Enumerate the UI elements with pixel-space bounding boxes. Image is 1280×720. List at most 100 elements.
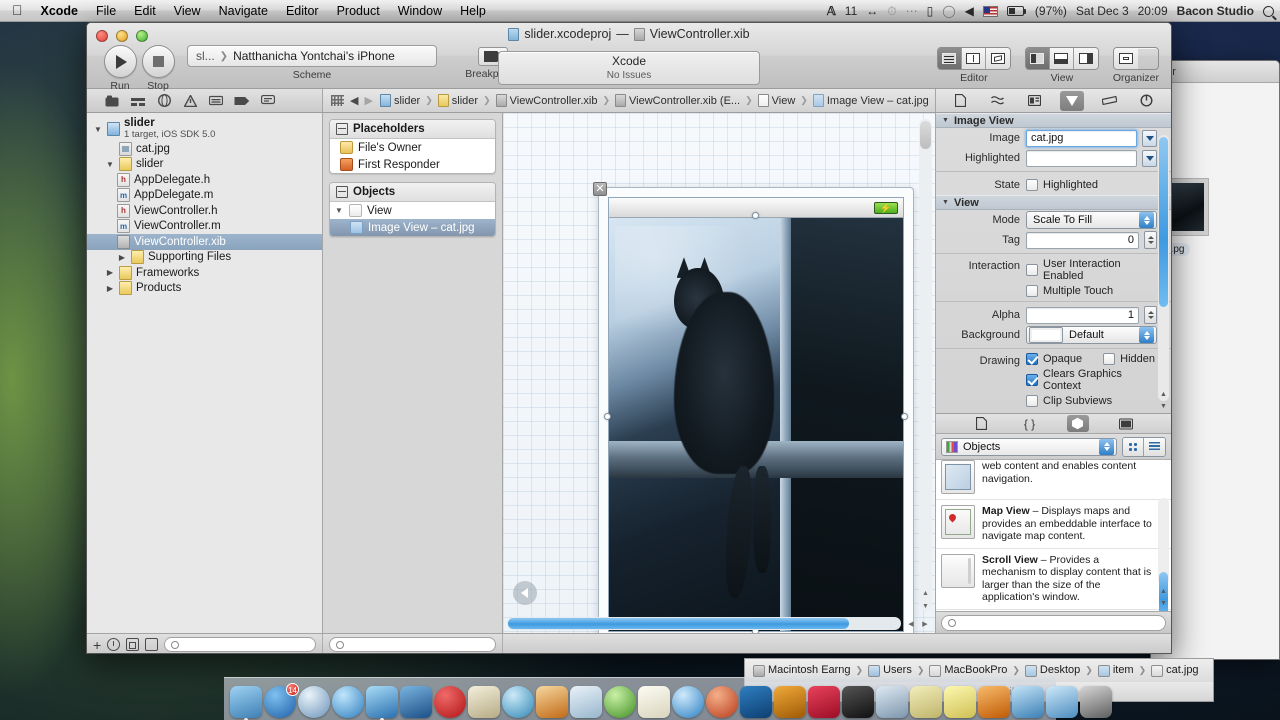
dock-item-skitch[interactable] [910, 686, 942, 718]
spotlight-search-icon[interactable] [1263, 5, 1274, 17]
dock-item-illustrator[interactable] [774, 686, 806, 718]
disclosure-triangle-icon[interactable]: ▼ [942, 117, 949, 124]
dock-item-blender[interactable] [570, 686, 602, 718]
list-item[interactable]: web content and enables content navigati… [936, 460, 1171, 500]
dock-item-trash-blue[interactable] [400, 686, 432, 718]
clip-subviews-checkbox[interactable] [1026, 395, 1038, 407]
breadcrumb-item-group[interactable]: slider [437, 94, 479, 107]
dock-item-preview2[interactable] [1046, 686, 1078, 718]
flag-icon[interactable] [982, 5, 998, 17]
dock-item-opera[interactable] [434, 686, 466, 718]
library-scroll-arrows[interactable]: ▲ ▼ [1158, 585, 1169, 609]
objects-header[interactable]: Objects [330, 183, 495, 202]
arrows-icon[interactable]: ↔ [866, 4, 878, 18]
toggle-navigator-button[interactable] [1025, 48, 1050, 69]
forward-arrow-icon[interactable]: ▶ [364, 94, 372, 107]
editor-mode-segmented-control[interactable] [936, 47, 1011, 70]
navigator-item-frameworks[interactable]: ▶ Frameworks [87, 265, 322, 281]
opaque-checkbox[interactable] [1026, 353, 1038, 365]
recent-files-icon[interactable] [107, 638, 121, 651]
background-color-popup[interactable]: Default [1026, 326, 1157, 344]
breadcrumb-item-imageview[interactable]: Image View – cat.jpg [812, 94, 930, 107]
back-arrow-icon[interactable]: ◀ [350, 94, 358, 107]
source-control-nav-icon[interactable] [125, 89, 151, 113]
navigator-item-appdelegate-m[interactable]: m AppDelegate.m [87, 188, 322, 204]
navigator-item-slider-group[interactable]: ▼ slider [87, 157, 322, 173]
breadcrumb-item-view[interactable]: View [757, 94, 797, 107]
library-search-input[interactable] [941, 614, 1166, 631]
run-button[interactable]: Run [101, 45, 139, 92]
disclosure-triangle-icon[interactable]: ▼ [942, 199, 949, 206]
unsaved-files-filter-icon[interactable] [145, 638, 159, 651]
navigator-item-viewcontroller-xib[interactable]: ViewController.xib [87, 234, 322, 250]
stop-button[interactable]: Stop [139, 45, 177, 92]
display-icon[interactable]: ▯ [927, 4, 934, 18]
menu-item-editor[interactable]: Editor [277, 0, 328, 22]
connections-inspector-icon[interactable] [1134, 91, 1158, 111]
resize-handle-top[interactable] [752, 212, 759, 219]
dock-item-cinema4d[interactable] [468, 686, 500, 718]
folder-nav-icon[interactable] [99, 89, 125, 113]
navigator-item-viewcontroller-m[interactable]: m ViewController.m [87, 219, 322, 235]
project-navigator[interactable]: ▼ slider 1 target, iOS SDK 5.0 cat.jpg ▼… [87, 113, 323, 633]
log-nav-icon[interactable] [255, 89, 281, 113]
canvas-vertical-stepper[interactable]: ▲ ▼ [919, 587, 932, 613]
organizer-icon[interactable] [1113, 48, 1138, 69]
source-control-filter-icon[interactable] [126, 638, 140, 651]
cat-photo-image[interactable] [609, 218, 903, 631]
chevron-down-icon[interactable] [1142, 149, 1157, 167]
interface-builder-canvas[interactable]: ✕ ⚡ ▲ ▼ ◀ ▶ [503, 113, 935, 633]
view-toggle-segmented-control[interactable] [1024, 47, 1099, 70]
list-view-icon[interactable] [1144, 437, 1165, 456]
size-inspector-icon[interactable] [1097, 91, 1121, 111]
section-header-view[interactable]: ▼ View [936, 195, 1171, 210]
object-row-image-view[interactable]: Image View – cat.jpg [330, 219, 495, 236]
hidden-checkbox[interactable] [1103, 353, 1116, 365]
canvas-horizontal-stepper[interactable]: ◀ ▶ [904, 617, 932, 630]
library-items-list[interactable]: web content and enables content navigati… [936, 460, 1171, 611]
inspector-scrollbar[interactable] [1158, 135, 1169, 401]
color-swatch[interactable] [1029, 327, 1063, 343]
object-library-icon[interactable] [1066, 415, 1089, 432]
toggle-utilities-button[interactable] [1073, 48, 1098, 69]
disclosure-triangle-icon[interactable]: ▼ [334, 206, 344, 215]
chevron-down-icon[interactable] [1142, 129, 1157, 147]
resize-handle-right[interactable] [901, 413, 908, 420]
path-item-users[interactable]: Users [868, 664, 912, 677]
dock-item-safari[interactable] [298, 686, 330, 718]
placeholder-files-owner[interactable]: File's Owner [330, 139, 495, 156]
dock-item-textmate[interactable] [876, 686, 908, 718]
dock-item-itunes[interactable] [332, 686, 364, 718]
section-header-image-view[interactable]: ▼ Image View [936, 113, 1171, 128]
dock-item-teamviewer[interactable] [502, 686, 534, 718]
alpha-stepper[interactable] [1144, 306, 1157, 324]
menubar-user-name[interactable]: Bacon Studio [1177, 4, 1254, 18]
dropbox-icon[interactable]: ⋯ [906, 4, 918, 18]
attributes-inspector-icon[interactable] [1060, 90, 1085, 111]
path-item-item[interactable]: item [1097, 664, 1134, 677]
dock-item-xcode[interactable] [366, 686, 398, 720]
text-input-icon[interactable]: 𝔸 [827, 4, 836, 18]
menu-item-product[interactable]: Product [328, 0, 389, 22]
issue-nav-icon[interactable] [177, 89, 203, 113]
navigator-item-supporting-files[interactable]: ▶ Supporting Files [87, 250, 322, 266]
menu-item-edit[interactable]: Edit [125, 0, 165, 22]
navigator-item-cat-jpg[interactable]: cat.jpg [87, 141, 322, 157]
close-icon[interactable]: ✕ [593, 182, 607, 196]
dock-item-preview[interactable] [672, 686, 704, 718]
navigator-project-row[interactable]: ▼ slider 1 target, iOS SDK 5.0 [87, 117, 322, 141]
file-template-library-icon[interactable] [971, 415, 993, 432]
menu-item-file[interactable]: File [87, 0, 125, 22]
menu-item-window[interactable]: Window [389, 0, 451, 22]
dock-item-vlc[interactable] [978, 686, 1010, 718]
identity-inspector-icon[interactable] [1023, 91, 1047, 111]
placeholders-header[interactable]: Placeholders [330, 120, 495, 139]
disclosure-triangle-icon[interactable]: ▶ [105, 284, 115, 293]
related-items-icon[interactable] [331, 95, 344, 106]
navigator-item-viewcontroller-h[interactable]: h ViewController.h [87, 203, 322, 219]
scheme-selector[interactable]: sl... ❯ Natthanicha Yontchai's iPhone Sc… [187, 45, 437, 81]
clears-graphics-context-checkbox[interactable] [1026, 374, 1038, 386]
path-item-harddisk[interactable]: Macintosh Earng [753, 664, 851, 677]
grid-view-icon[interactable] [1123, 437, 1144, 456]
dock-item-stickies[interactable] [944, 686, 976, 718]
